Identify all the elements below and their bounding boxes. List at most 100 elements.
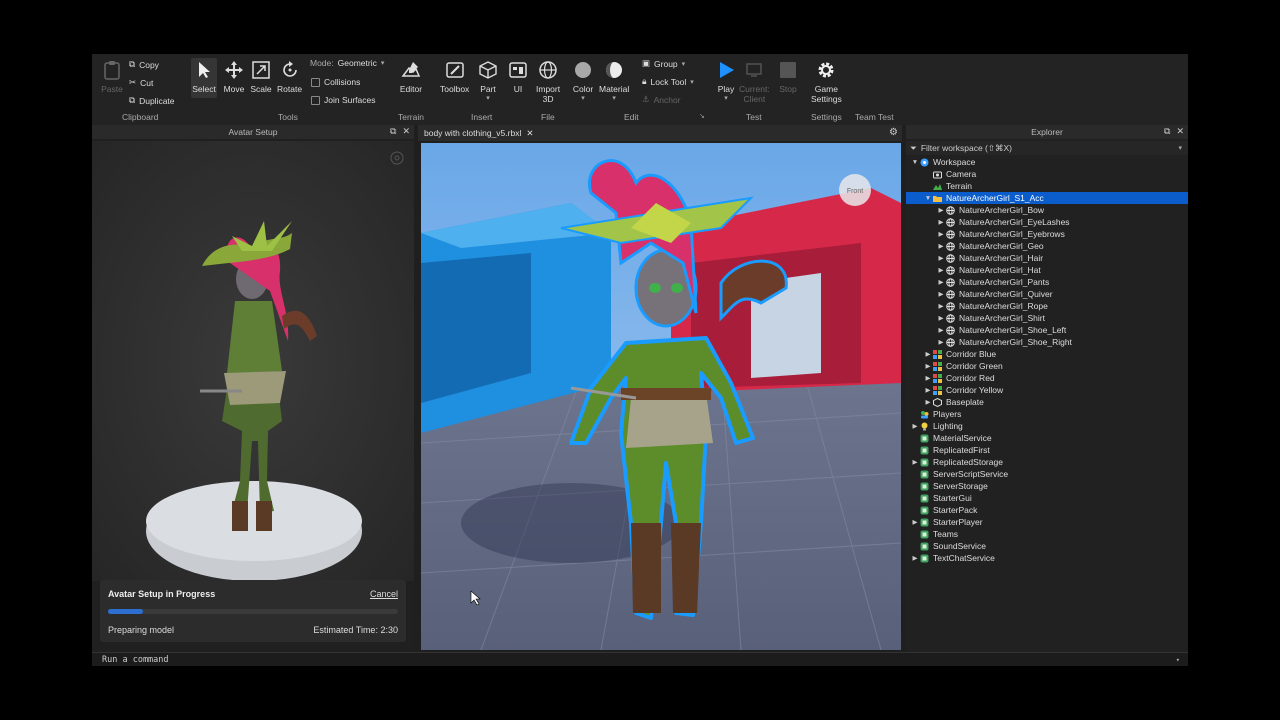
tree-item[interactable]: ▶ Corridor Green [906,360,1188,372]
import-3d-button[interactable]: Import 3D [536,58,560,104]
group-button[interactable]: ▣ Group ▾ [642,58,685,69]
part-dropdown-icon[interactable]: ▾ [476,94,500,102]
tree-item[interactable]: Players [906,408,1188,420]
tab-body-with-clothing[interactable]: body with clothing_v5.rbxl ✕ [424,125,533,141]
tree-item[interactable]: Camera [906,168,1188,180]
close-icon[interactable]: ✕ [402,126,410,137]
tree-item[interactable]: ▶ NatureArcherGirl_Hat [906,264,1188,276]
tree-item[interactable]: StarterGui [906,492,1188,504]
tree-item[interactable]: SoundService [906,540,1188,552]
tree-item[interactable]: MaterialService [906,432,1188,444]
tree-item[interactable]: ▼ NatureArcherGirl_S1_Acc [906,192,1188,204]
paste-button[interactable]: Paste [100,58,124,94]
command-dropdown-icon[interactable]: ▾ [1176,656,1180,664]
collapsed-arrow-icon[interactable]: ▶ [923,386,933,394]
tree-item[interactable]: ▶ Corridor Yellow [906,384,1188,396]
tree-item[interactable]: ▶ NatureArcherGirl_Hair [906,252,1188,264]
tree-item[interactable]: ▶ NatureArcherGirl_Bow [906,204,1188,216]
avatar-preview[interactable] [92,141,414,581]
view-cube[interactable]: Front [839,174,871,206]
color-dropdown-icon[interactable]: ▾ [571,94,595,102]
join-surfaces-toggle[interactable]: Join Surfaces [311,95,376,105]
3d-viewport[interactable]: Front [421,143,901,650]
cut-button[interactable]: ✂ Cut [129,77,153,88]
collapsed-arrow-icon[interactable]: ▶ [923,350,933,358]
tree-item[interactable]: ▶ Baseplate [906,396,1188,408]
tree-item[interactable]: ▶ NatureArcherGirl_Shoe_Right [906,336,1188,348]
collapsed-arrow-icon[interactable]: ▶ [936,218,946,226]
mode-dropdown[interactable]: Mode: Geometric ▾ [310,58,384,68]
play-dropdown-icon[interactable]: ▾ [714,94,738,102]
tree-item[interactable]: ▶ TextChatService [906,552,1188,564]
collapsed-arrow-icon[interactable]: ▶ [936,266,946,274]
collapsed-arrow-icon[interactable]: ▶ [936,230,946,238]
material-button[interactable]: Material ▾ [599,58,629,102]
game-settings-button[interactable]: Game Settings [811,58,842,104]
collapsed-arrow-icon[interactable]: ▶ [936,206,946,214]
tree-item[interactable]: ▶ Lighting [906,420,1188,432]
tree-item[interactable]: Terrain [906,180,1188,192]
anchor-button[interactable]: ⚓︎ Anchor [642,94,681,105]
viewport-settings-gear-icon[interactable]: ⚙︎ [889,127,898,138]
toolbox-button[interactable]: Toolbox [440,58,469,94]
collapsed-arrow-icon[interactable]: ▶ [936,254,946,262]
move-tool-button[interactable]: Move [222,58,246,94]
expanded-arrow-icon[interactable]: ▼ [923,195,933,202]
copy-button[interactable]: ⧉ Copy [129,59,159,70]
stop-button[interactable]: Stop [776,58,800,94]
select-tool-button[interactable]: Select [191,58,217,98]
material-dropdown-icon[interactable]: ▾ [599,94,629,102]
close-icon[interactable]: ✕ [1176,126,1184,137]
ui-button[interactable]: UI [506,58,530,94]
tree-item[interactable]: ▶ Corridor Blue [906,348,1188,360]
expanded-arrow-icon[interactable]: ▼ [910,159,920,166]
tree-item[interactable]: ▶ NatureArcherGirl_Quiver [906,288,1188,300]
filter-input[interactable]: Filter workspace (⇧⌘X) [921,143,1012,154]
tree-item[interactable]: ▶ StarterPlayer [906,516,1188,528]
filter-dropdown-icon[interactable]: ▾ [1178,144,1182,152]
tree-item[interactable]: ▶ NatureArcherGirl_Geo [906,240,1188,252]
collapsed-arrow-icon[interactable]: ▶ [923,374,933,382]
collapsed-arrow-icon[interactable]: ▶ [923,398,933,406]
tree-item[interactable]: ▶ NatureArcherGirl_Shoe_Left [906,324,1188,336]
tree-item[interactable]: ServerStorage [906,480,1188,492]
lock-tool-button[interactable]: 🔒︎ Lock Tool ▾ [642,76,694,87]
tree-item[interactable]: ▶ NatureArcherGirl_EyeLashes [906,216,1188,228]
tree-item[interactable]: ▶ Corridor Red [906,372,1188,384]
rotate-tool-button[interactable]: Rotate [277,58,302,94]
collapsed-arrow-icon[interactable]: ▶ [910,518,920,526]
part-button[interactable]: Part ▾ [476,58,500,102]
collapsed-arrow-icon[interactable]: ▶ [936,302,946,310]
tree-item[interactable]: ▶ NatureArcherGirl_Eyebrows [906,228,1188,240]
cancel-link[interactable]: Cancel [370,589,398,599]
popout-icon[interactable]: ⧉ [1164,126,1170,137]
duplicate-button[interactable]: ⧉ Duplicate [129,95,175,106]
command-bar[interactable]: Run a command ▾ [92,652,1188,666]
terrain-editor-button[interactable]: Editor [399,58,423,94]
edit-expand-icon[interactable]: ↘ [699,112,705,120]
command-input[interactable]: Run a command [102,655,169,665]
scale-tool-button[interactable]: Scale [249,58,273,94]
join-surfaces-checkbox[interactable] [311,95,320,105]
tree-item[interactable]: ReplicatedFirst [906,444,1188,456]
play-button[interactable]: Play ▾ [714,58,738,102]
tree-item[interactable]: ▶ ReplicatedStorage [906,456,1188,468]
explorer-filter[interactable]: ⏷ Filter workspace (⇧⌘X) ▾ [906,141,1188,155]
tree-item[interactable]: ServerScriptService [906,468,1188,480]
collapsed-arrow-icon[interactable]: ▶ [936,326,946,334]
collapsed-arrow-icon[interactable]: ▶ [910,458,920,466]
tree-item[interactable]: Teams [906,528,1188,540]
tree-item[interactable]: ▶ NatureArcherGirl_Rope [906,300,1188,312]
collapsed-arrow-icon[interactable]: ▶ [910,554,920,562]
tab-close-icon[interactable]: ✕ [526,128,533,139]
collapsed-arrow-icon[interactable]: ▶ [936,242,946,250]
collapsed-arrow-icon[interactable]: ▶ [936,314,946,322]
collisions-checkbox[interactable] [311,77,320,87]
collapsed-arrow-icon[interactable]: ▶ [936,290,946,298]
current-client-button[interactable]: Current: Client [739,58,770,104]
popout-icon[interactable]: ⧉ [390,126,396,137]
collapsed-arrow-icon[interactable]: ▶ [936,278,946,286]
tree-item[interactable]: StarterPack [906,504,1188,516]
collapsed-arrow-icon[interactable]: ▶ [910,422,920,430]
collapsed-arrow-icon[interactable]: ▶ [923,362,933,370]
